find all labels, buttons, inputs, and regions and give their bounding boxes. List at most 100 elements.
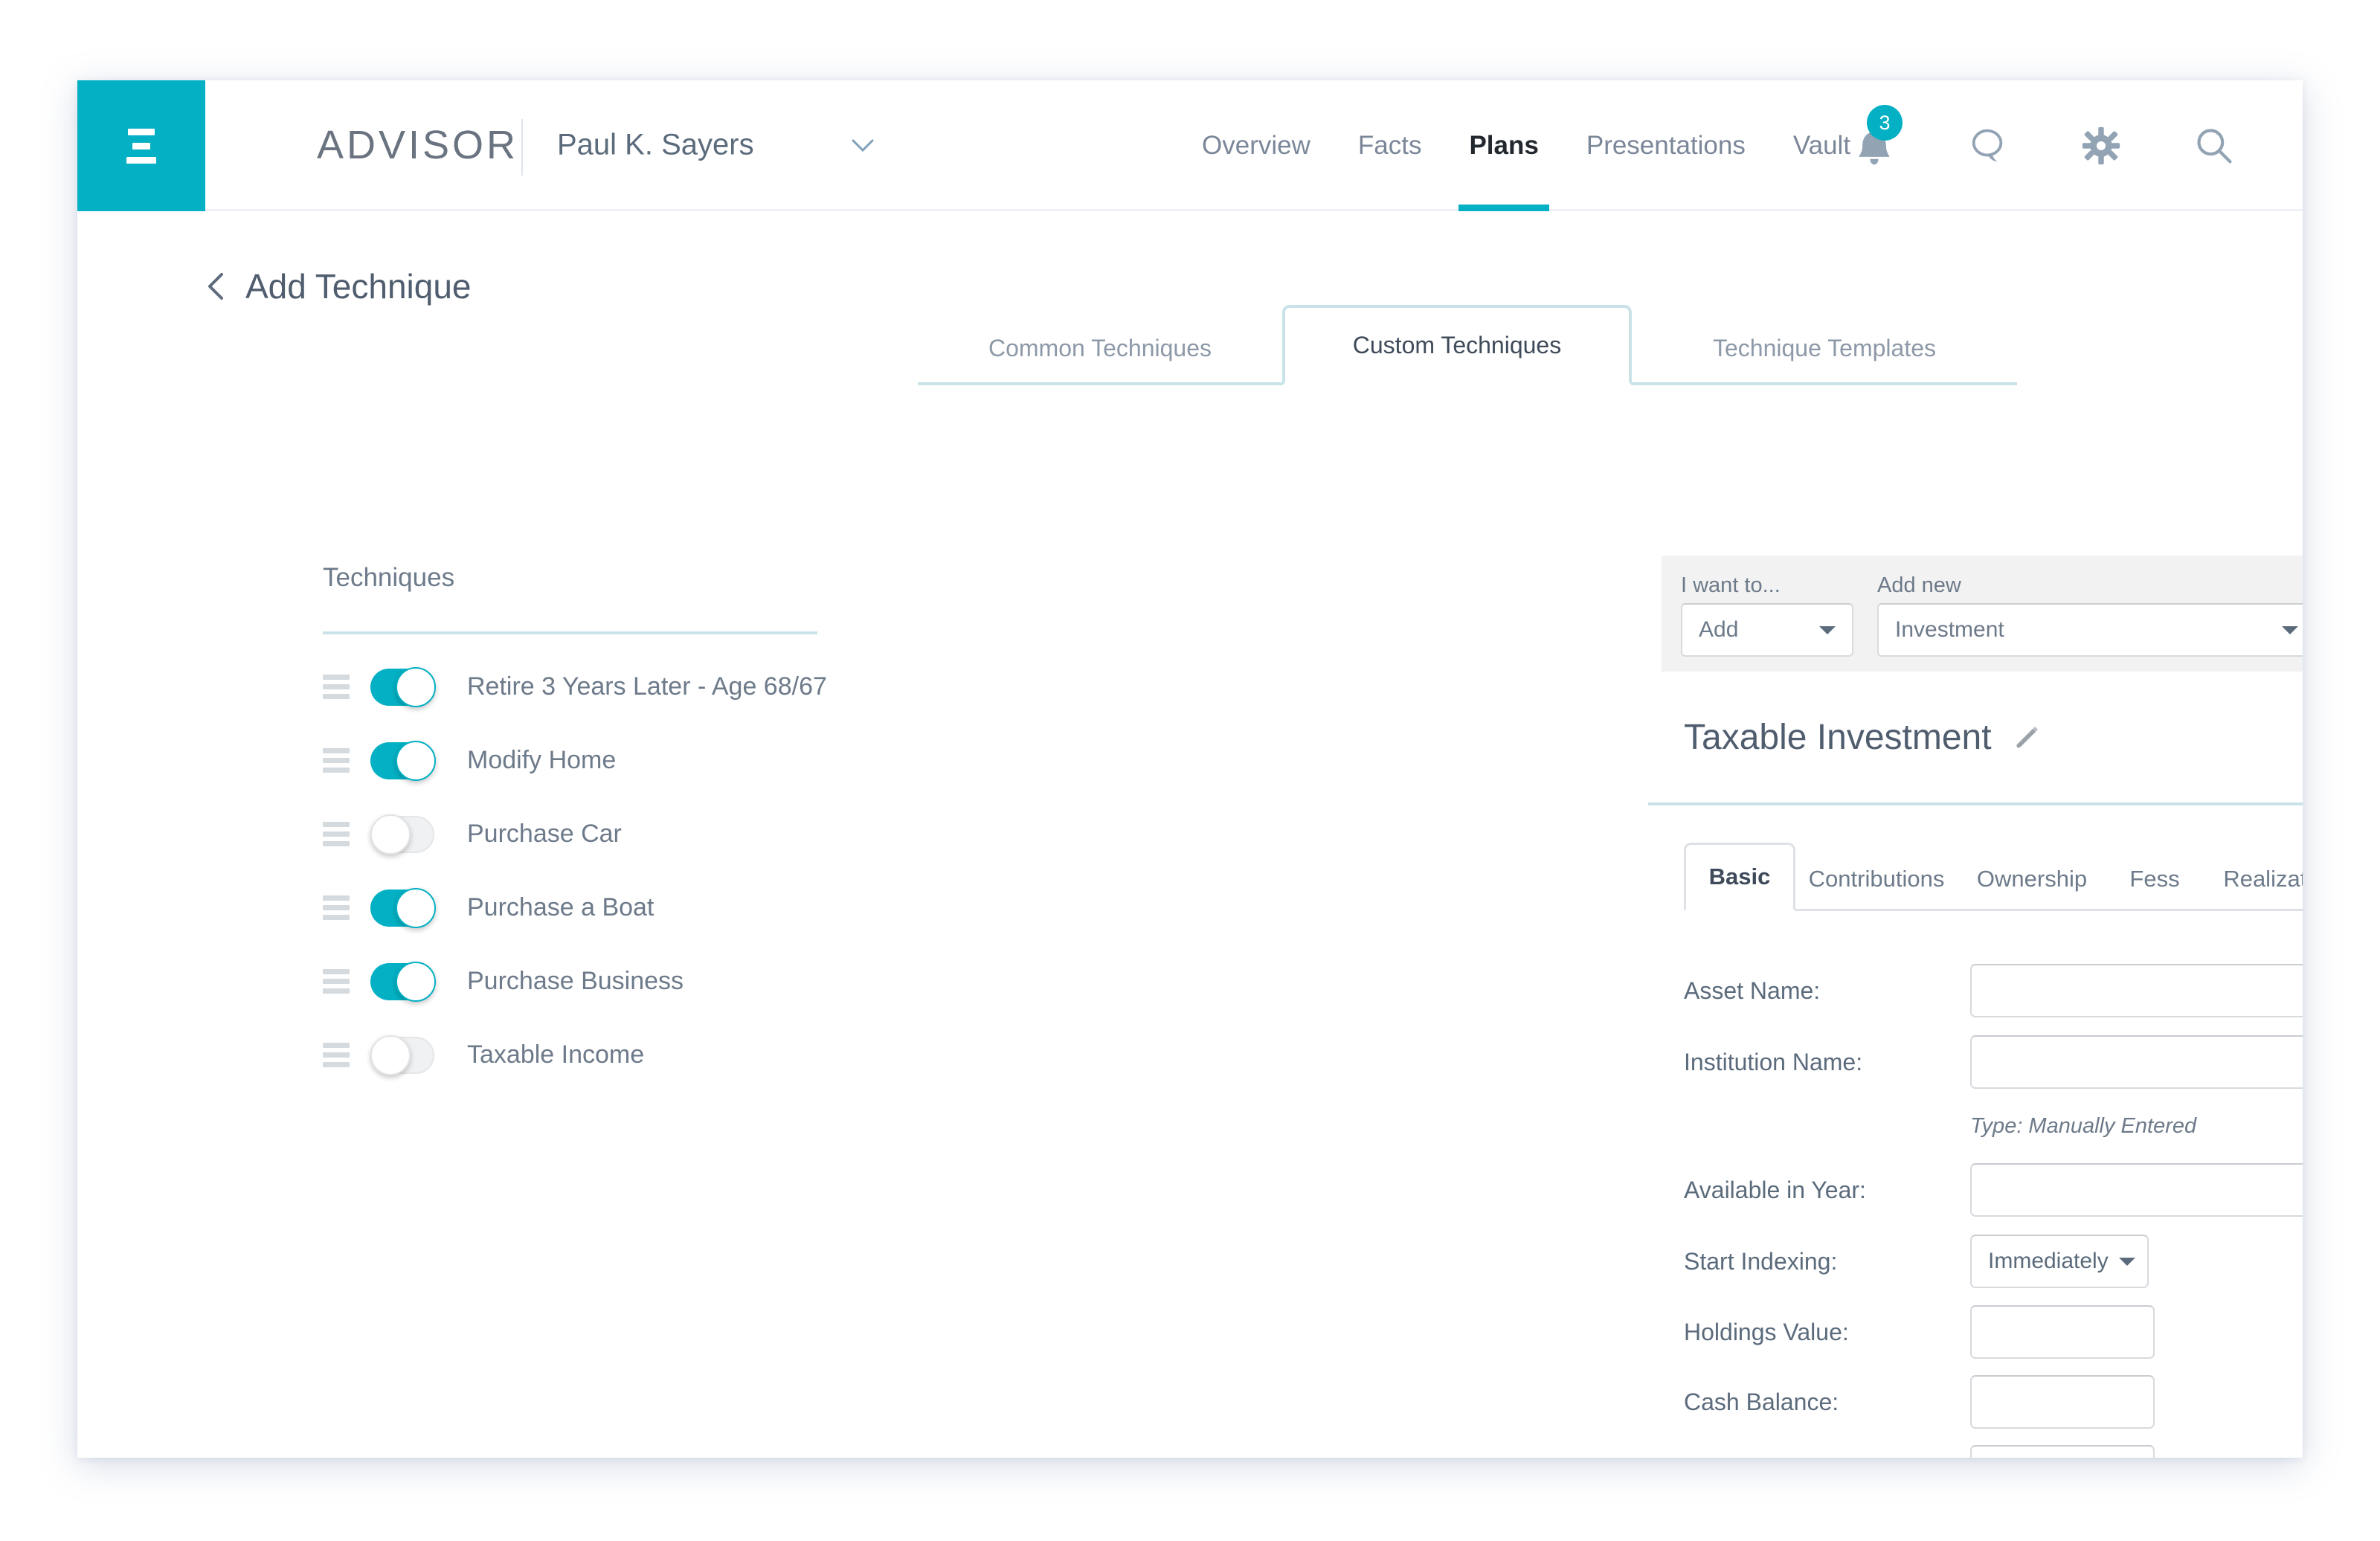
available-in-year-label: Available in Year: xyxy=(1684,1176,1866,1203)
asset-name-label: Asset Name: xyxy=(1684,977,1821,1004)
list-item[interactable]: Purchase a Boat xyxy=(323,871,829,945)
field-margin-balance: Margin Balance: xyxy=(1684,1437,2303,1458)
technique-tab-strip: Common Techniques Custom Techniques Tech… xyxy=(918,305,2017,385)
technique-toggle[interactable] xyxy=(370,666,436,707)
techniques-list: Retire 3 Years Later - Age 68/67 Modify … xyxy=(323,650,829,1092)
main-content-area: Add Technique Techniques Retire 3 Years … xyxy=(77,211,2303,1458)
nav-item-overview[interactable]: Overview xyxy=(1178,80,1334,211)
techniques-section-heading: Techniques xyxy=(323,563,455,592)
institution-type-hint: Type: Manually Entered xyxy=(1970,1113,2197,1138)
holdings-value-label: Holdings Value: xyxy=(1684,1318,1849,1345)
technique-toggle[interactable] xyxy=(370,814,434,855)
hamburger-bar xyxy=(126,156,156,164)
field-start-indexing: Start Indexing: Immediately xyxy=(1684,1226,2303,1297)
asset-name-input[interactable] xyxy=(1970,964,2303,1017)
section-divider xyxy=(1648,802,2303,805)
field-available-in-year: Available in Year: xyxy=(1684,1154,2303,1226)
nav-item-plans[interactable]: Plans xyxy=(1445,80,1562,211)
techniques-divider xyxy=(323,631,817,634)
field-holdings-value: Holdings Value: xyxy=(1684,1297,2303,1367)
notification-count-badge: 3 xyxy=(1867,105,1903,141)
nav-item-facts[interactable]: Facts xyxy=(1334,80,1446,211)
tab-fess[interactable]: Fess xyxy=(2106,847,2203,911)
hamburger-menu-icon[interactable] xyxy=(77,80,205,211)
technique-toggle[interactable] xyxy=(370,740,436,781)
want-to-value: Add xyxy=(1699,617,1739,642)
start-indexing-label: Start Indexing: xyxy=(1684,1247,1838,1275)
drag-handle-icon[interactable] xyxy=(323,744,350,777)
hamburger-bar xyxy=(128,128,155,135)
right-content-panel: Common Techniques Custom Techniques Tech… xyxy=(821,211,2303,1458)
app-brand-title: ADVISOR xyxy=(317,122,519,167)
available-in-year-select[interactable] xyxy=(1970,1163,2303,1217)
left-side-panel: Add Technique Techniques Retire 3 Years … xyxy=(77,211,827,1455)
list-item[interactable]: Modify Home xyxy=(323,724,829,797)
cash-balance-input[interactable] xyxy=(1970,1375,2155,1429)
section-title: Taxable Investment xyxy=(1684,718,1992,757)
technique-toggle[interactable] xyxy=(370,1035,434,1075)
institution-hint-row: Type: Manually Entered xyxy=(1684,1098,2303,1154)
tab-contributions[interactable]: Contributions xyxy=(1795,847,1958,911)
list-item[interactable]: Purchase Car xyxy=(323,797,829,871)
list-item-label: Purchase Business xyxy=(467,967,684,995)
chat-bubble-icon[interactable] xyxy=(1968,125,2008,167)
want-to-label: I want to... xyxy=(1681,573,1781,597)
field-asset-name: Asset Name: xyxy=(1684,955,2303,1026)
action-toolbar: I want to... Add Add new Investment Type xyxy=(1662,556,2303,672)
field-institution-name: Institution Name: xyxy=(1684,1026,2303,1098)
margin-balance-input[interactable] xyxy=(1970,1445,2155,1458)
holdings-value-input[interactable] xyxy=(1970,1305,2155,1359)
tab-realization[interactable]: Realization xyxy=(2203,847,2303,911)
drag-handle-icon[interactable] xyxy=(323,1038,350,1072)
list-item[interactable]: Purchase Business xyxy=(323,945,829,1018)
want-to-select[interactable]: Add xyxy=(1681,603,1853,657)
tab-technique-templates[interactable]: Technique Templates xyxy=(1632,311,2017,385)
client-name-label[interactable]: Paul K. Sayers xyxy=(557,128,754,161)
drag-handle-icon[interactable] xyxy=(323,891,350,924)
drag-handle-icon[interactable] xyxy=(323,965,350,998)
technique-toggle[interactable] xyxy=(370,887,436,928)
list-item-label: Retire 3 Years Later - Age 68/67 xyxy=(467,672,827,701)
search-icon[interactable] xyxy=(2194,126,2234,166)
institution-name-label: Institution Name: xyxy=(1684,1048,1863,1075)
drag-handle-icon[interactable] xyxy=(323,817,350,851)
list-item-label: Purchase Car xyxy=(467,820,622,848)
main-navigation: Overview Facts Plans Presentations Vault xyxy=(1178,80,1874,211)
drag-handle-icon[interactable] xyxy=(323,670,350,704)
section-header: Taxable Investment xyxy=(1684,717,2039,758)
technique-toggle[interactable] xyxy=(370,961,436,1002)
chevron-down-icon[interactable] xyxy=(850,132,875,158)
gear-icon[interactable] xyxy=(2081,126,2121,166)
tab-ownership[interactable]: Ownership xyxy=(1958,847,2106,911)
list-item-label: Taxable Income xyxy=(467,1040,645,1069)
pencil-icon[interactable] xyxy=(2014,725,2039,750)
back-to-previous-button[interactable]: Add Technique xyxy=(205,266,472,306)
detail-tab-strip: Basic Contributions Ownership Fess Reali… xyxy=(1684,843,2303,911)
brand-divider xyxy=(521,119,523,176)
start-indexing-select[interactable]: Immediately xyxy=(1970,1235,2149,1288)
field-cash-balance: Cash Balance: xyxy=(1684,1367,2303,1437)
nav-item-presentations[interactable]: Presentations xyxy=(1563,80,1769,211)
application-window: ADVISOR Paul K. Sayers Overview Facts Pl… xyxy=(77,80,2303,1458)
hamburger-bar xyxy=(132,142,150,149)
add-new-select[interactable]: Investment xyxy=(1877,603,2303,657)
list-item[interactable]: Retire 3 Years Later - Age 68/67 xyxy=(323,650,829,724)
topbar-icon-group: 3 xyxy=(1853,80,2234,211)
list-item[interactable]: Taxable Income xyxy=(323,1018,829,1092)
chevron-down-icon xyxy=(1819,625,1836,634)
chevron-down-icon xyxy=(2119,1257,2135,1266)
chevron-left-icon xyxy=(205,271,226,301)
add-new-label: Add new xyxy=(1877,573,1961,597)
tab-custom-techniques[interactable]: Custom Techniques xyxy=(1282,305,1632,385)
chevron-down-icon xyxy=(2282,625,2298,634)
start-indexing-value: Immediately xyxy=(1988,1249,2109,1273)
cash-balance-label: Cash Balance: xyxy=(1684,1388,1839,1415)
basic-details-form: Asset Name: Institution Name: Type: Manu… xyxy=(1684,955,2303,1458)
page-title: Add Technique xyxy=(245,267,472,306)
institution-name-input[interactable] xyxy=(1970,1035,2303,1089)
list-item-label: Modify Home xyxy=(467,746,617,774)
tab-common-techniques[interactable]: Common Techniques xyxy=(918,311,1282,385)
top-navigation-bar: ADVISOR Paul K. Sayers Overview Facts Pl… xyxy=(77,80,2303,211)
notification-bell-icon[interactable]: 3 xyxy=(1853,105,1903,167)
tab-basic[interactable]: Basic xyxy=(1684,843,1795,911)
